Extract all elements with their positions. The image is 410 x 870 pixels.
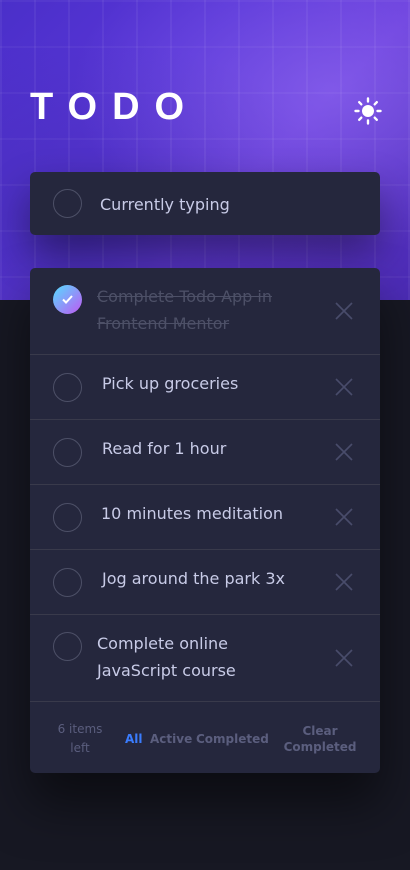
todo-text: Complete Todo App in Frontend Mentor — [97, 287, 272, 333]
new-todo-bar — [30, 172, 380, 235]
todo-text: Jog around the park 3x — [102, 569, 285, 588]
sun-icon — [354, 97, 382, 125]
cross-icon[interactable] — [335, 508, 353, 526]
todo-item[interactable]: Complete online JavaScript course — [30, 615, 380, 702]
cross-icon[interactable] — [335, 378, 353, 396]
todo-checkbox[interactable] — [53, 568, 82, 597]
todo-text: Complete online JavaScript course — [97, 634, 236, 680]
new-todo-check-circle[interactable] — [53, 189, 82, 218]
cross-icon[interactable] — [335, 573, 353, 591]
todo-item[interactable]: 10 minutes meditation — [30, 485, 380, 550]
todo-text: Pick up groceries — [102, 374, 239, 393]
todo-text: Read for 1 hour — [102, 439, 227, 458]
filter-completed[interactable]: Completed — [196, 732, 269, 746]
header-background-image — [0, 0, 410, 300]
list-footer: 6 items left All Active Completed Clear … — [30, 702, 380, 773]
clear-completed-button[interactable]: Clear Completed — [280, 723, 360, 755]
todo-checkbox[interactable] — [53, 503, 82, 532]
filter-active[interactable]: Active — [150, 732, 192, 746]
app-title: TODO — [30, 86, 200, 128]
todo-item[interactable]: Complete Todo App in Frontend Mentor — [30, 268, 380, 355]
todo-checkbox[interactable] — [53, 438, 82, 467]
todo-list: Complete Todo App in Frontend Mentor Pic… — [30, 268, 380, 773]
todo-item[interactable]: Read for 1 hour — [30, 420, 380, 485]
todo-text: 10 minutes meditation — [101, 504, 284, 523]
check-icon — [62, 295, 73, 304]
todo-checkbox[interactable] — [53, 373, 82, 402]
cross-icon[interactable] — [335, 443, 353, 461]
cross-icon[interactable] — [335, 302, 353, 320]
todo-item[interactable]: Pick up groceries — [30, 355, 380, 420]
filter-all[interactable]: All — [125, 732, 143, 746]
todo-checkbox[interactable] — [53, 632, 82, 661]
todo-item[interactable]: Jog around the park 3x — [30, 550, 380, 615]
new-todo-input[interactable] — [100, 190, 360, 218]
items-left-count: 6 items left — [57, 722, 103, 755]
cross-icon[interactable] — [335, 649, 353, 667]
todo-checkbox[interactable] — [53, 285, 82, 314]
theme-toggle-button[interactable] — [354, 97, 382, 125]
